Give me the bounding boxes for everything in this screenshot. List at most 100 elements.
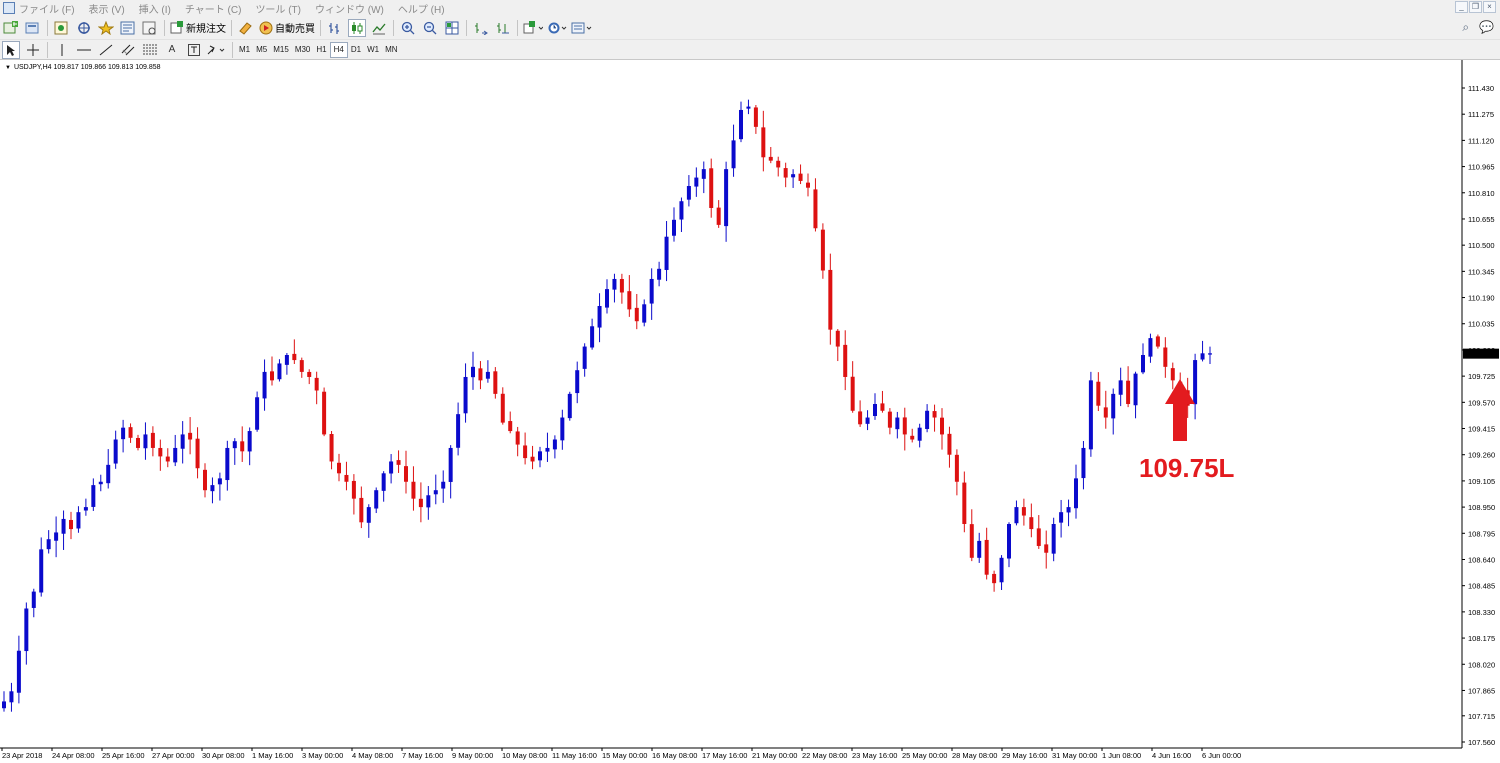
periods-icon[interactable] bbox=[547, 19, 567, 37]
metaeditor-icon[interactable] bbox=[237, 19, 255, 37]
timeframe-m1-button[interactable]: M1 bbox=[236, 42, 253, 58]
time-tick-label: 21 May 00:00 bbox=[752, 751, 797, 760]
toolbar-separator bbox=[164, 19, 165, 36]
terminal-icon[interactable] bbox=[119, 19, 137, 37]
candlestick-chart-icon[interactable] bbox=[348, 18, 366, 37]
time-tick-label: 31 May 00:00 bbox=[1052, 751, 1097, 760]
new-order-label: 新規注文 bbox=[186, 24, 226, 35]
new-order-button[interactable]: 新規注文 bbox=[170, 19, 226, 37]
close-icon[interactable]: × bbox=[1483, 1, 1496, 13]
window-controls: _ ❐ × bbox=[1455, 1, 1496, 13]
candle-body bbox=[1141, 355, 1145, 373]
minimize-icon[interactable]: _ bbox=[1455, 1, 1468, 13]
toolbar-separator bbox=[393, 19, 394, 36]
toolbar-separator bbox=[47, 41, 48, 58]
templates-icon[interactable] bbox=[571, 19, 593, 37]
candle-body bbox=[1096, 381, 1101, 406]
menu-tools[interactable]: ツール (T) bbox=[255, 1, 301, 16]
menu-view[interactable]: 表示 (V) bbox=[89, 1, 125, 16]
trendline-icon[interactable] bbox=[97, 41, 115, 59]
new-chart-icon[interactable] bbox=[2, 19, 20, 37]
zoom-in-icon[interactable] bbox=[399, 19, 417, 37]
candle-body bbox=[255, 397, 260, 430]
bar-chart-icon[interactable] bbox=[326, 19, 344, 37]
fibonacci-icon[interactable] bbox=[141, 41, 159, 59]
candle-body bbox=[1170, 368, 1175, 381]
time-tick-label: 4 May 08:00 bbox=[352, 751, 393, 760]
menu-window[interactable]: ウィンドウ (W) bbox=[315, 1, 384, 16]
dropdown-triangle-icon[interactable]: ▼ bbox=[5, 65, 11, 71]
candle-body bbox=[1163, 347, 1168, 367]
time-tick-label: 9 May 00:00 bbox=[452, 751, 493, 760]
time-tick-label: 1 Jun 08:00 bbox=[1102, 751, 1141, 760]
candle-body bbox=[262, 371, 267, 399]
chart-window[interactable]: 111.430 111.275 111.120 110.965 110.810 110.6… bbox=[0, 60, 1500, 763]
line-chart-icon[interactable] bbox=[370, 19, 388, 37]
crosshair-icon[interactable] bbox=[24, 41, 42, 59]
auto-scroll-icon[interactable] bbox=[494, 19, 512, 37]
profiles-icon[interactable] bbox=[24, 19, 42, 37]
timeframe-m30-button[interactable]: M30 bbox=[292, 42, 314, 58]
navigator-icon[interactable] bbox=[97, 19, 115, 37]
candle-body bbox=[716, 207, 721, 225]
timeframe-mn-button[interactable]: MN bbox=[382, 42, 400, 58]
candle-body bbox=[396, 460, 401, 465]
timeframe-h1-button[interactable]: H1 bbox=[313, 42, 329, 58]
timeframe-selector: M1 M5 M15 M30 H1 H4 D1 W1 MN bbox=[236, 41, 401, 58]
data-window-icon[interactable] bbox=[75, 19, 93, 37]
equidistant-channel-icon[interactable] bbox=[119, 41, 137, 59]
candle-body bbox=[1118, 380, 1123, 395]
candle-body bbox=[575, 370, 580, 394]
timeframe-d1-button[interactable]: D1 bbox=[348, 42, 364, 58]
search-icon[interactable]: ⌕ bbox=[1462, 20, 1469, 35]
menu-insert[interactable]: 挿入 (I) bbox=[139, 1, 171, 16]
timeframe-w1-button[interactable]: W1 bbox=[364, 42, 382, 58]
time-tick-label: 3 May 00:00 bbox=[302, 751, 343, 760]
candle-body bbox=[1111, 393, 1116, 419]
timeframe-m15-button[interactable]: M15 bbox=[270, 42, 292, 58]
time-tick-label: 28 May 08:00 bbox=[952, 751, 997, 760]
candle-body bbox=[240, 441, 245, 452]
candle-body bbox=[158, 447, 163, 457]
candlestick-chart: 111.430 111.275 111.120 110.965 110.810 110.6… bbox=[0, 60, 1499, 760]
text-label-icon[interactable] bbox=[185, 41, 203, 59]
arrows-icon[interactable] bbox=[207, 41, 227, 59]
candle-body bbox=[1021, 507, 1026, 516]
candle-body bbox=[1148, 338, 1153, 357]
menu-file[interactable]: ファイル (F) bbox=[19, 1, 75, 16]
horizontal-line-icon[interactable] bbox=[75, 41, 93, 59]
candle-body bbox=[1193, 360, 1198, 405]
chat-icon[interactable]: 💬 bbox=[1479, 20, 1494, 35]
candle-body bbox=[858, 411, 863, 425]
chart-symbol-info: USDJPY,H4 109.817 109.866 109.813 109.85… bbox=[13, 64, 161, 71]
candle-body bbox=[113, 439, 118, 464]
timeframe-m5-button[interactable]: M5 bbox=[253, 42, 270, 58]
tile-windows-icon[interactable] bbox=[443, 19, 461, 37]
restore-icon[interactable]: ❐ bbox=[1469, 1, 1482, 13]
cursor-icon[interactable] bbox=[2, 40, 20, 59]
zoom-out-icon[interactable] bbox=[421, 19, 439, 37]
candle-body bbox=[471, 366, 475, 378]
candle-body bbox=[433, 490, 438, 495]
entry-annotation-label: 109.75L bbox=[1139, 453, 1235, 483]
timeframe-h4-button[interactable]: H4 bbox=[329, 41, 348, 58]
vertical-line-icon[interactable] bbox=[53, 41, 71, 59]
menu-charts[interactable]: チャート (C) bbox=[185, 1, 242, 16]
time-tick-label: 25 Apr 16:00 bbox=[102, 751, 145, 760]
candle-body bbox=[612, 278, 617, 290]
text-icon[interactable]: A bbox=[163, 41, 181, 59]
market-watch-icon[interactable] bbox=[53, 19, 71, 37]
time-tick-label: 23 May 16:00 bbox=[852, 751, 897, 760]
candle-body bbox=[850, 376, 855, 411]
menu-help[interactable]: ヘルプ (H) bbox=[398, 1, 445, 16]
strategy-tester-icon[interactable] bbox=[141, 19, 159, 37]
chart-shift-icon[interactable] bbox=[472, 19, 490, 37]
standard-toolbar: 新規注文 自動売買 ⌕ 💬 bbox=[0, 16, 1500, 40]
candle-body bbox=[1051, 524, 1056, 554]
auto-trading-button[interactable]: 自動売買 bbox=[259, 19, 315, 37]
candle-body bbox=[694, 177, 699, 187]
candle-body bbox=[530, 456, 535, 462]
indicators-icon[interactable] bbox=[523, 19, 543, 37]
candle-body bbox=[567, 393, 572, 419]
time-tick-label: 25 May 00:00 bbox=[902, 751, 947, 760]
